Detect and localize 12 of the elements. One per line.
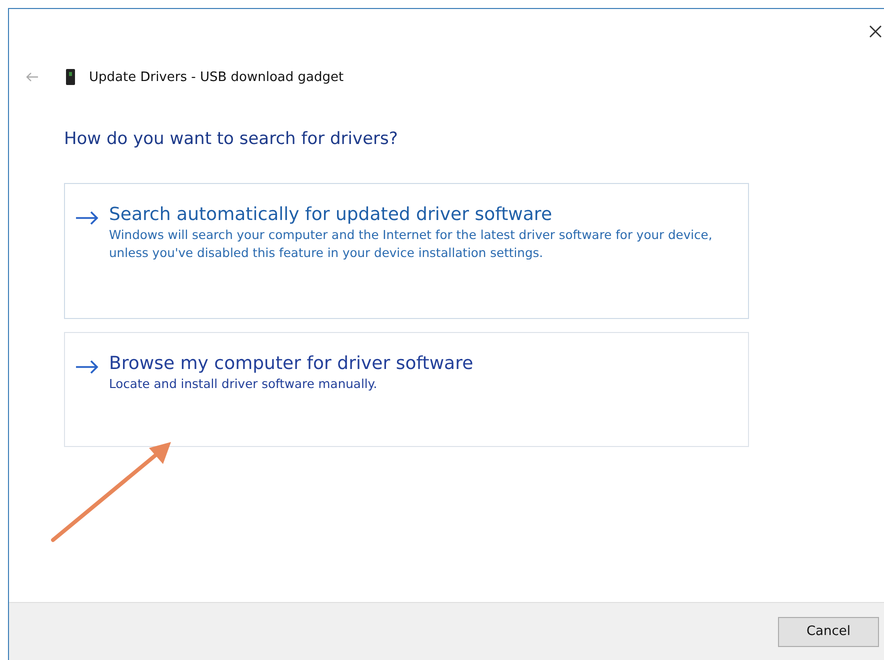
option-card[interactable]: Browse my computer for driver software Locate and install driver software manually. <box>64 332 749 447</box>
device-icon <box>66 69 75 85</box>
option-title: Search automatically for updated driver software <box>109 204 554 225</box>
option-description: Locate and install driver software manually. <box>109 376 378 393</box>
option-description: Windows will search your computer and the Internet for the latest driver software for your device, unless you've disabled this feature in your device installation settings. <box>109 227 714 262</box>
option-card[interactable] <box>64 183 749 319</box>
arrow-icon <box>75 360 99 374</box>
arrow-icon <box>75 211 99 225</box>
option-title: Browse my computer for driver software <box>109 353 474 374</box>
cancel-button[interactable]: Cancel <box>778 616 879 646</box>
dialog-heading: How do you want to search for drivers? <box>64 129 399 149</box>
window-title: Update Drivers - USB download gadget <box>89 70 344 84</box>
